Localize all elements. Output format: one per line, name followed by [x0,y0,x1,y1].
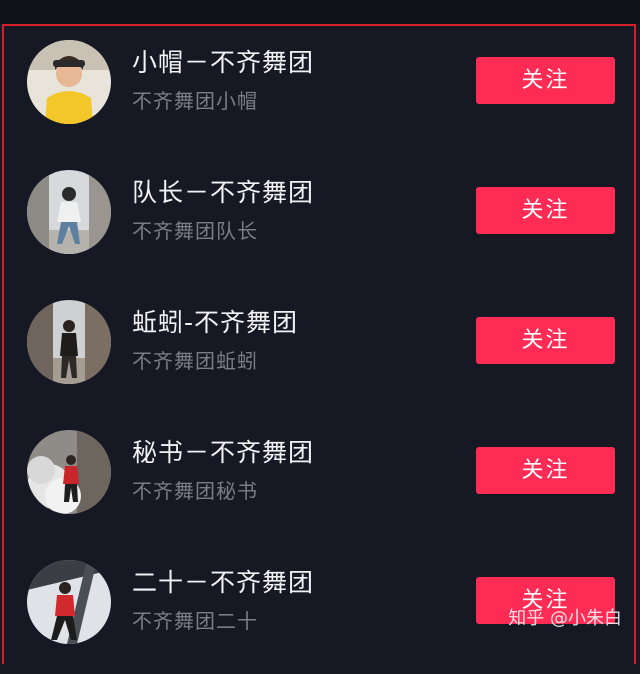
story-indicator-dot [106,80,110,84]
avatar-street-pose-icon[interactable] [27,170,111,254]
list-item[interactable]: 队长－不齐舞团 不齐舞团队长 关注 [0,154,640,284]
user-name[interactable]: 二十－不齐舞团 [132,568,314,598]
user-subtitle: 不齐舞团秘书 [132,479,258,503]
follow-button[interactable]: 关注 [476,187,615,234]
follow-button[interactable]: 关注 [476,57,615,104]
avatar-yellow-shirt-icon[interactable] [27,40,111,124]
avatar-alley-icon[interactable] [27,300,111,384]
following-list: 小帽－不齐舞团 不齐舞团小帽 关注 队长－不齐舞团 不齐舞团队长 关注 蚯蚓-不… [0,24,640,646]
follow-button[interactable]: 关注 [476,317,615,364]
list-item[interactable]: 小帽－不齐舞团 不齐舞团小帽 关注 [0,24,640,154]
watermark: 知乎 @小朱白 [508,608,622,629]
avatar-red-hoodie-icon[interactable] [27,560,111,644]
user-subtitle: 不齐舞团队长 [132,219,258,243]
user-name[interactable]: 队长－不齐舞团 [132,178,314,208]
top-status-strip [0,0,640,24]
user-name[interactable]: 蚯蚓-不齐舞团 [132,308,298,338]
avatar-smoke-icon[interactable] [27,430,111,514]
follow-button[interactable]: 关注 [476,447,615,494]
user-name[interactable]: 秘书－不齐舞团 [132,438,314,468]
user-name[interactable]: 小帽－不齐舞团 [132,48,314,78]
user-subtitle: 不齐舞团二十 [132,609,258,633]
user-subtitle: 不齐舞团小帽 [132,89,258,113]
list-item[interactable]: 蚯蚓-不齐舞团 不齐舞团蚯蚓 关注 [0,284,640,414]
list-item[interactable]: 秘书－不齐舞团 不齐舞团秘书 关注 [0,414,640,544]
user-subtitle: 不齐舞团蚯蚓 [132,349,258,373]
